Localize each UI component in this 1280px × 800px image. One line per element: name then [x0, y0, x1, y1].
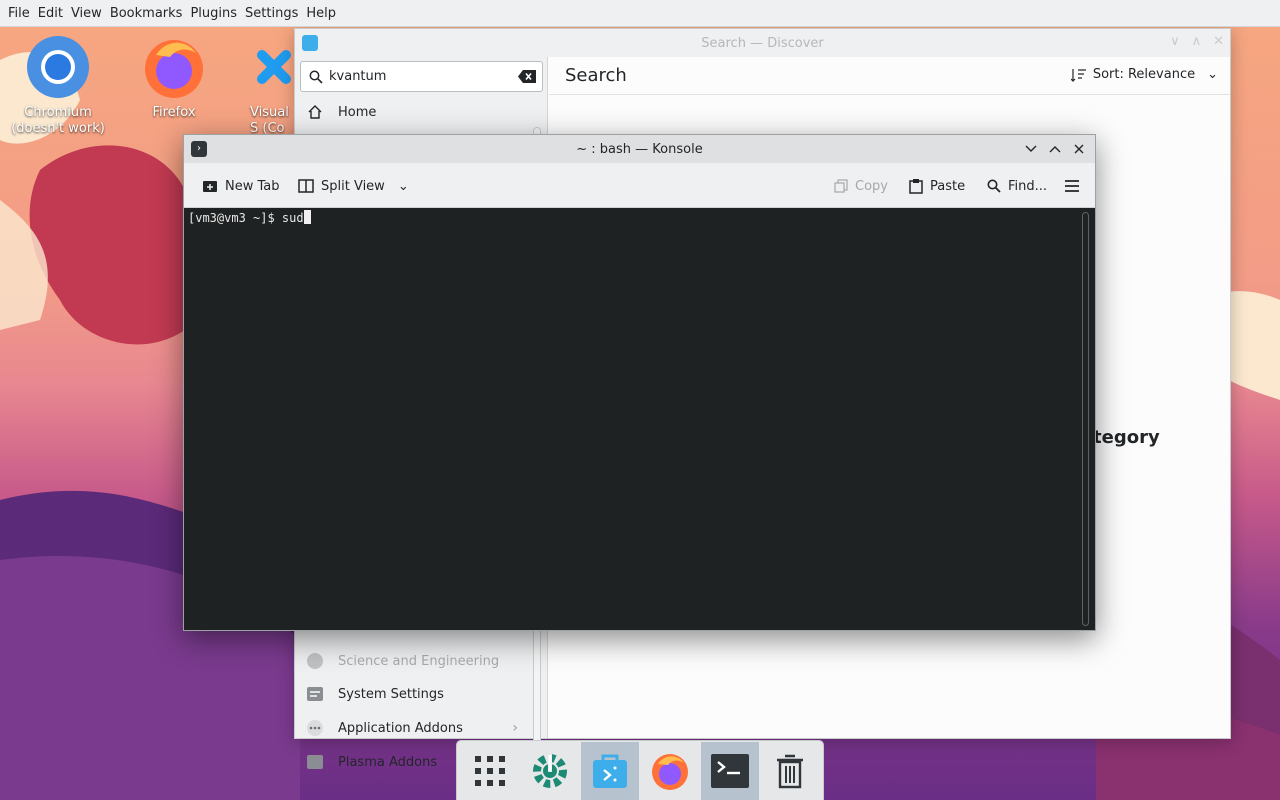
desktop-icon-vscode[interactable]: Visual S (Co: [226, 35, 296, 137]
paste-icon: [909, 179, 923, 194]
menu-settings[interactable]: Settings: [241, 6, 302, 21]
discover-header: Search Sort: Relevance ⌄: [549, 57, 1230, 95]
discover-icon: [593, 754, 627, 788]
menu-view[interactable]: View: [67, 6, 106, 21]
desktop-icon-label: Firefox: [152, 105, 196, 120]
close-icon[interactable]: [1069, 139, 1089, 159]
discover-window-buttons: ∨ ∧ ✕: [1170, 34, 1224, 49]
menu-plugins[interactable]: Plugins: [186, 6, 241, 21]
new-tab-button[interactable]: New Tab: [202, 175, 280, 197]
desktop-icon-chromium[interactable]: Chromium (doesn't work): [10, 35, 106, 137]
minimize-icon[interactable]: [1021, 139, 1041, 159]
menu-help[interactable]: Help: [302, 6, 340, 21]
paste-button[interactable]: Paste: [909, 175, 965, 197]
trash-icon: [777, 754, 803, 789]
chromium-icon: [26, 35, 90, 99]
sidebar-item-science[interactable]: Science and Engineering: [300, 644, 526, 678]
sort-label: Sort: Relevance: [1092, 67, 1196, 82]
minimize-icon[interactable]: ∨: [1170, 34, 1180, 49]
copy-label: Copy: [855, 178, 888, 194]
maximize-icon[interactable]: ∧: [1192, 34, 1202, 49]
addons-icon: [306, 719, 324, 737]
search-input[interactable]: [329, 69, 509, 84]
konsole-app-icon: ›: [191, 141, 207, 157]
terminal-line: [vm3@vm3 ~]$ sud: [188, 210, 311, 225]
menu-bookmarks[interactable]: Bookmarks: [106, 6, 187, 21]
sidebar-item-home[interactable]: Home: [300, 95, 526, 129]
konsole-titlebar[interactable]: › ~ : bash — Konsole: [184, 135, 1095, 163]
sidebar-item-label: Plasma Addons: [338, 754, 438, 770]
text-cursor: [303, 210, 311, 224]
discover-launcher[interactable]: [581, 742, 639, 800]
terminal-prompt-text: [vm3@vm3 ~]$ sud: [188, 211, 304, 225]
find-button[interactable]: Find...: [987, 175, 1047, 197]
category-heading: tegory: [1093, 427, 1160, 448]
system-settings-icon: [533, 754, 567, 788]
chevron-down-icon: ⌄: [397, 178, 409, 194]
science-icon: [306, 652, 324, 670]
desktop-icon-label: Visual S (Co: [250, 105, 289, 136]
firefox-launcher[interactable]: [641, 742, 699, 800]
konsole-toolbar: New Tab Split View ⌄ Copy Paste Find...: [184, 163, 1095, 208]
close-icon[interactable]: ✕: [1213, 34, 1224, 49]
search-icon: [987, 179, 1001, 193]
sort-icon: [1070, 68, 1086, 82]
split-view-icon: [298, 179, 314, 193]
sidebar-item-label: System Settings: [338, 686, 444, 702]
search-icon: [309, 70, 323, 84]
trash-launcher[interactable]: [761, 742, 819, 800]
copy-button[interactable]: Copy: [834, 175, 888, 197]
system-settings-icon: [306, 685, 324, 703]
home-icon: [306, 103, 324, 121]
find-label: Find...: [1008, 178, 1048, 194]
chevron-right-icon: ›: [512, 720, 518, 736]
sidebar-item-label: Home: [338, 104, 377, 120]
discover-search-field[interactable]: [300, 61, 543, 92]
page-title: Search: [565, 65, 627, 86]
chevron-down-icon: ⌄: [1207, 67, 1218, 82]
app-launcher-button[interactable]: [461, 742, 519, 800]
system-settings-launcher[interactable]: [521, 742, 579, 800]
discover-window-title: Search — Discover: [701, 35, 824, 51]
global-menubar: File Edit View Bookmarks Plugins Setting…: [0, 0, 1280, 27]
hamburger-menu-icon: [1065, 180, 1079, 192]
sidebar-item-label: Application Addons: [338, 720, 463, 736]
desktop-icon-label: Chromium (doesn't work): [11, 105, 105, 136]
menu-file[interactable]: File: [4, 6, 34, 21]
firefox-icon: [652, 754, 688, 790]
konsole-window: › ~ : bash — Konsole New Tab Split View …: [183, 134, 1096, 631]
split-view-button[interactable]: Split View ⌄: [298, 175, 409, 197]
konsole-icon: [711, 754, 749, 788]
copy-icon: [834, 179, 848, 193]
konsole-window-buttons: [1021, 139, 1089, 159]
sort-dropdown[interactable]: Sort: Relevance ⌄: [1070, 67, 1218, 82]
firefox-icon: [142, 35, 206, 99]
discover-app-icon: [302, 35, 318, 51]
paste-label: Paste: [930, 178, 966, 194]
sidebar-item-label: Science and Engineering: [338, 653, 500, 669]
hamburger-menu-button[interactable]: [1064, 175, 1080, 197]
terminal-area[interactable]: [vm3@vm3 ~]$ sud: [184, 208, 1095, 630]
konsole-window-title: ~ : bash — Konsole: [576, 141, 703, 157]
discover-titlebar[interactable]: Search — Discover ∨ ∧ ✕: [295, 29, 1230, 57]
clear-text-icon[interactable]: [518, 70, 536, 83]
desktop-icon-firefox[interactable]: Firefox: [126, 35, 222, 121]
new-tab-icon: [203, 181, 217, 192]
plasma-icon: [306, 753, 324, 771]
maximize-icon[interactable]: [1045, 139, 1065, 159]
vscode-icon: [256, 35, 296, 99]
taskbar-panel: [456, 740, 824, 800]
split-view-label: Split View: [321, 178, 385, 194]
sidebar-item-system-settings[interactable]: System Settings: [300, 677, 526, 711]
konsole-launcher[interactable]: [701, 742, 759, 800]
new-tab-label: New Tab: [225, 178, 280, 194]
app-launcher-icon: [475, 756, 505, 786]
menu-edit[interactable]: Edit: [34, 6, 67, 21]
terminal-scrollbar[interactable]: [1082, 212, 1089, 626]
